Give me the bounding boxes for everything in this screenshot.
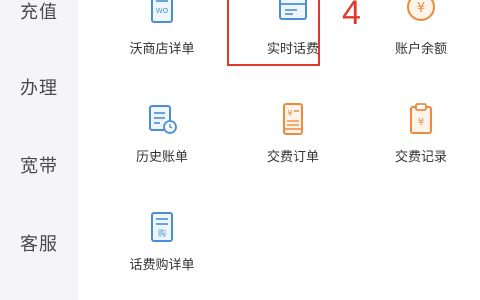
app-window: 充值 办理 宽带 客服 WO 沃商店详单 实时话费 ¥ 账户余额 历史账单 ¥ …: [0, 0, 480, 300]
svg-text:¥: ¥: [418, 117, 424, 128]
payment-order-icon: ¥: [283, 103, 303, 135]
grid-item-label: 账户余额: [394, 42, 447, 57]
grid-item-fee-purchase-bill[interactable]: 购 话费购详单: [102, 210, 222, 290]
grid-item-history-bill[interactable]: 历史账单: [102, 102, 222, 182]
grid-item-label: 沃商店详单: [129, 42, 195, 57]
history-bill-icon: [149, 105, 177, 134]
grid-item-account-balance[interactable]: ¥ 账户余额: [361, 0, 480, 80]
grid-item-label: 交费订单: [266, 150, 319, 165]
fee-purchase-icon: 购: [151, 212, 173, 242]
sidebar-item-handle[interactable]: 办理: [0, 74, 78, 100]
sidebar-item-service[interactable]: 客服: [0, 230, 78, 256]
svg-text:WO: WO: [156, 7, 169, 15]
annotation-number: 4: [342, 0, 361, 32]
wo-bill-icon: WO: [151, 0, 173, 23]
grid-item-label: 话费购详单: [129, 258, 195, 273]
grid-item-label: 交费记录: [394, 150, 447, 165]
svg-text:购: 购: [158, 228, 166, 238]
grid-item-payment-record[interactable]: ¥ 交费记录: [361, 102, 480, 182]
highlight-box: [227, 0, 320, 66]
service-grid: WO 沃商店详单 实时话费 ¥ 账户余额 历史账单 ¥ 交费订单 ¥ 交费记录 …: [78, 0, 480, 300]
svg-text:¥: ¥: [417, 1, 425, 16]
sidebar-item-recharge[interactable]: 充值: [0, 0, 78, 24]
yen-coin-icon: ¥: [407, 0, 435, 21]
svg-text:¥: ¥: [287, 109, 292, 118]
grid-item-label: 历史账单: [135, 150, 188, 165]
sidebar-item-broadband[interactable]: 宽带: [0, 152, 78, 178]
grid-item-wo-store-bill[interactable]: WO 沃商店详单: [102, 0, 222, 80]
sidebar: 充值 办理 宽带 客服: [0, 0, 78, 300]
grid-item-payment-order[interactable]: ¥ 交费订单: [233, 102, 353, 182]
payment-record-icon: ¥: [410, 103, 432, 134]
